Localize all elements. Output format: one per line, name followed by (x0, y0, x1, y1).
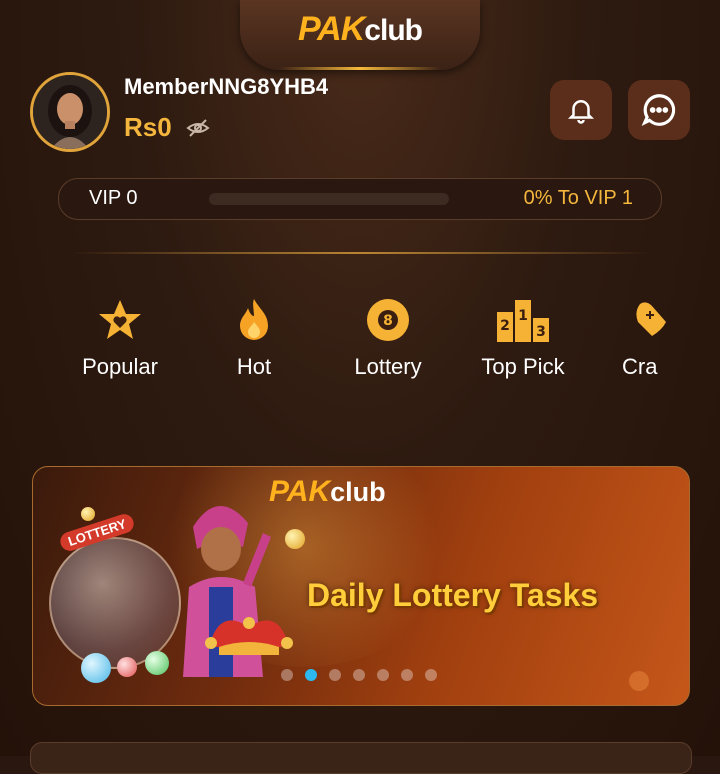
svg-text:3: 3 (536, 324, 546, 340)
next-section-card (30, 742, 692, 774)
category-label: Lottery (354, 354, 422, 379)
category-popular[interactable]: Popular (55, 296, 185, 380)
carousel-dots (281, 669, 437, 681)
flame-icon (240, 299, 268, 340)
ball-image (81, 653, 111, 683)
balance: Rs0 (124, 112, 172, 142)
lottery-globe-image (49, 537, 181, 669)
carousel-dot[interactable] (377, 669, 389, 681)
category-crash[interactable]: Cra (592, 296, 720, 380)
vip-progress[interactable]: VIP 0 0% To VIP 1 (58, 178, 662, 220)
ball-image (145, 651, 169, 675)
vip-progress-track (209, 193, 449, 205)
bell-icon (567, 100, 595, 124)
carousel-dot[interactable] (353, 669, 365, 681)
carousel-dot[interactable] (329, 669, 341, 681)
promo-banner[interactable]: LOTTERY PAKclub Daily Lottery Tasks (32, 466, 690, 706)
category-label: Cra (622, 354, 658, 379)
banner-logo: PAKclub (269, 475, 386, 509)
svg-text:1: 1 (518, 308, 528, 324)
ball-image (117, 657, 137, 677)
carousel-dot[interactable] (305, 669, 317, 681)
banner-logo-club: club (330, 477, 386, 507)
vip-level: VIP 0 (89, 187, 138, 209)
category-hot[interactable]: Hot (189, 296, 319, 380)
notification-button[interactable] (550, 80, 612, 140)
logo-text-club: club (364, 14, 423, 47)
star-heart-icon (99, 300, 141, 339)
carousel-dot[interactable] (281, 669, 293, 681)
message-button[interactable] (628, 80, 690, 140)
logo-text-pak: PAK (298, 10, 365, 48)
category-top-pick[interactable]: 2 1 3 Top Pick (458, 296, 588, 380)
svg-text:8: 8 (383, 313, 393, 329)
podium-icon: 2 1 3 (497, 300, 549, 342)
category-label: Hot (236, 354, 272, 379)
lottery-ball-icon: 8 (367, 299, 409, 341)
category-label: Popular (82, 354, 158, 379)
avatar[interactable] (30, 72, 110, 152)
app-logo: PAKclub (240, 0, 480, 70)
divider (70, 252, 650, 254)
username: MemberNNG8YHB4 (124, 74, 329, 99)
banner-logo-pak: PAK (269, 475, 331, 508)
chat-icon (641, 94, 676, 127)
hide-balance-icon[interactable] (186, 116, 210, 140)
crash-game-icon (636, 302, 666, 336)
carousel-dot[interactable] (401, 669, 413, 681)
category-label: Top Pick (481, 354, 565, 379)
carousel-dot[interactable] (425, 669, 437, 681)
coin-image (81, 507, 95, 521)
category-bar: Popular Hot 8 Lottery 2 1 3 Top Pick Cra (0, 296, 720, 396)
vip-next-level: 0% To VIP 1 (523, 187, 633, 209)
coin-image (285, 529, 305, 549)
category-lottery[interactable]: 8 Lottery (323, 296, 453, 380)
decor-circle (629, 671, 649, 691)
jester-hat-image (199, 597, 299, 657)
banner-title: Daily Lottery Tasks (307, 577, 599, 613)
svg-text:2: 2 (500, 318, 510, 334)
